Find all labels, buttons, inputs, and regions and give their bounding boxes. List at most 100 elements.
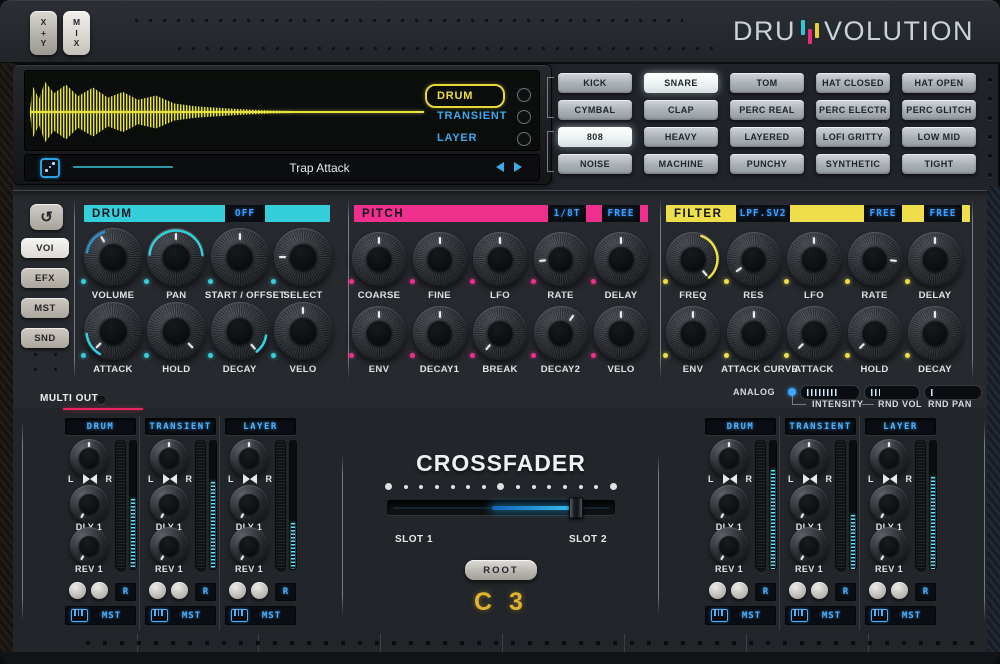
multi-out-led[interactable] xyxy=(97,396,105,404)
mix-mode-button[interactable]: M I X xyxy=(63,11,90,55)
knob-attack[interactable]: ATTACK xyxy=(84,302,142,360)
category-808[interactable]: 808 xyxy=(558,127,632,147)
knob-select[interactable]: SELECT xyxy=(274,228,332,286)
route-button[interactable]: R xyxy=(915,583,936,601)
output-select[interactable]: MST xyxy=(808,611,855,621)
channel-reverb-knob[interactable] xyxy=(790,527,828,565)
pitch-sync-badge[interactable]: FREE xyxy=(602,205,640,222)
knob-decay[interactable]: DECAY xyxy=(211,302,269,360)
tab-drum[interactable]: DRUM xyxy=(425,84,505,108)
knob-filter-decay[interactable]: DECAY xyxy=(908,306,962,360)
knob-filter-hold[interactable]: HOLD xyxy=(848,306,902,360)
rnd-vol-slider[interactable] xyxy=(864,385,920,400)
category-perc-electr[interactable]: PERC ELECTR xyxy=(816,100,890,120)
category-low-mid[interactable]: LOW MID xyxy=(902,127,976,147)
channel-delay-knob[interactable] xyxy=(230,485,268,523)
intensity-slider[interactable] xyxy=(800,385,860,400)
channel-delay-knob[interactable] xyxy=(70,485,108,523)
channel-reverb-knob[interactable] xyxy=(150,527,188,565)
next-preset-icon[interactable] xyxy=(514,162,522,172)
knob-decay2[interactable]: DECAY2 xyxy=(534,306,588,360)
knob-pitch-velo[interactable]: VELO xyxy=(594,306,648,360)
channel-reverb-knob[interactable] xyxy=(230,527,268,565)
knob-attack-curve[interactable]: ATTACK CURVE xyxy=(727,306,781,360)
knob-coarse[interactable]: COARSE xyxy=(352,232,406,286)
knob-res[interactable]: RES xyxy=(727,232,781,286)
knob-pitch-lfo[interactable]: LFO xyxy=(473,232,527,286)
keyboard-icon[interactable] xyxy=(151,609,168,622)
knob-pitch-rate[interactable]: RATE xyxy=(534,232,588,286)
knob-start-offset[interactable]: START / OFFSET xyxy=(211,228,269,286)
reset-button[interactable]: ↺ xyxy=(30,204,63,230)
output-select[interactable]: MST xyxy=(248,611,295,621)
category-tight[interactable]: TIGHT xyxy=(902,154,976,174)
channel-reverb-knob[interactable] xyxy=(870,527,908,565)
sidebar-item-efx[interactable]: EFX xyxy=(21,268,69,288)
channel-delay-knob[interactable] xyxy=(150,485,188,523)
knob-volume[interactable]: VOLUME xyxy=(84,228,142,286)
filter-type-badge[interactable]: LPF.SV2 xyxy=(736,205,790,222)
keyboard-icon[interactable] xyxy=(871,609,888,622)
root-button[interactable]: ROOT xyxy=(465,560,537,580)
channel-volume-knob[interactable] xyxy=(230,439,268,477)
route-button[interactable]: R xyxy=(275,583,296,601)
mute-button[interactable] xyxy=(869,582,886,599)
tab-layer[interactable]: LAYER xyxy=(425,128,501,148)
prev-preset-icon[interactable] xyxy=(496,162,504,172)
output-select[interactable]: MST xyxy=(888,611,935,621)
rnd-pan-slider[interactable] xyxy=(924,385,982,400)
mute-button[interactable] xyxy=(69,582,86,599)
category-perc-glitch[interactable]: PERC GLITCH xyxy=(902,100,976,120)
category-perc-real[interactable]: PERC REAL xyxy=(730,100,804,120)
knob-freq[interactable]: FREQ xyxy=(666,232,720,286)
tab-transient[interactable]: TRANSIENT xyxy=(425,106,517,126)
filter-sync-badge-1[interactable]: FREE xyxy=(864,205,902,222)
sidebar-item-snd[interactable]: SND xyxy=(21,328,69,348)
drum-off-badge[interactable]: OFF xyxy=(225,205,265,222)
tab-drum-radio[interactable] xyxy=(517,88,531,102)
channel-reverb-knob[interactable] xyxy=(70,527,108,565)
category-kick[interactable]: KICK xyxy=(558,73,632,93)
keyboard-icon[interactable] xyxy=(791,609,808,622)
sidebar-item-mst[interactable]: MST xyxy=(21,298,69,318)
solo-button[interactable] xyxy=(811,582,828,599)
pitch-rate-badge[interactable]: 1/8T xyxy=(548,205,586,222)
analog-led[interactable] xyxy=(788,388,796,396)
channel-volume-knob[interactable] xyxy=(150,439,188,477)
keyboard-icon[interactable] xyxy=(231,609,248,622)
tab-transient-radio[interactable] xyxy=(517,110,531,124)
filter-sync-badge-2[interactable]: FREE xyxy=(924,205,962,222)
knob-filter-env[interactable]: ENV xyxy=(666,306,720,360)
mute-button[interactable] xyxy=(149,582,166,599)
knob-filter-attack[interactable]: ATTACK xyxy=(787,306,841,360)
channel-reverb-knob[interactable] xyxy=(710,527,748,565)
preset-name[interactable]: Trap Attack xyxy=(155,155,484,180)
knob-decay1[interactable]: DECAY1 xyxy=(413,306,467,360)
channel-volume-knob[interactable] xyxy=(870,439,908,477)
category-tom[interactable]: TOM xyxy=(730,73,804,93)
knob-pitch-env[interactable]: ENV xyxy=(352,306,406,360)
knob-pan[interactable]: PAN xyxy=(147,228,205,286)
category-heavy[interactable]: HEAVY xyxy=(644,127,718,147)
category-hat-closed[interactable]: HAT CLOSED xyxy=(816,73,890,93)
output-select[interactable]: MST xyxy=(88,611,135,621)
solo-button[interactable] xyxy=(171,582,188,599)
category-synthetic[interactable]: SYNTHETIC xyxy=(816,154,890,174)
route-button[interactable]: R xyxy=(115,583,136,601)
output-select[interactable]: MST xyxy=(168,611,215,621)
category-noise[interactable]: NOISE xyxy=(558,154,632,174)
keyboard-icon[interactable] xyxy=(711,609,728,622)
knob-break[interactable]: BREAK xyxy=(473,306,527,360)
solo-button[interactable] xyxy=(91,582,108,599)
category-punchy[interactable]: PUNCHY xyxy=(730,154,804,174)
category-machine[interactable]: MACHINE xyxy=(644,154,718,174)
channel-volume-knob[interactable] xyxy=(710,439,748,477)
route-button[interactable]: R xyxy=(755,583,776,601)
solo-button[interactable] xyxy=(891,582,908,599)
category-cymbal[interactable]: CYMBAL xyxy=(558,100,632,120)
channel-volume-knob[interactable] xyxy=(790,439,828,477)
output-select[interactable]: MST xyxy=(728,611,775,621)
tab-layer-radio[interactable] xyxy=(517,132,531,146)
knob-velo[interactable]: VELO xyxy=(274,302,332,360)
keyboard-icon[interactable] xyxy=(71,609,88,622)
